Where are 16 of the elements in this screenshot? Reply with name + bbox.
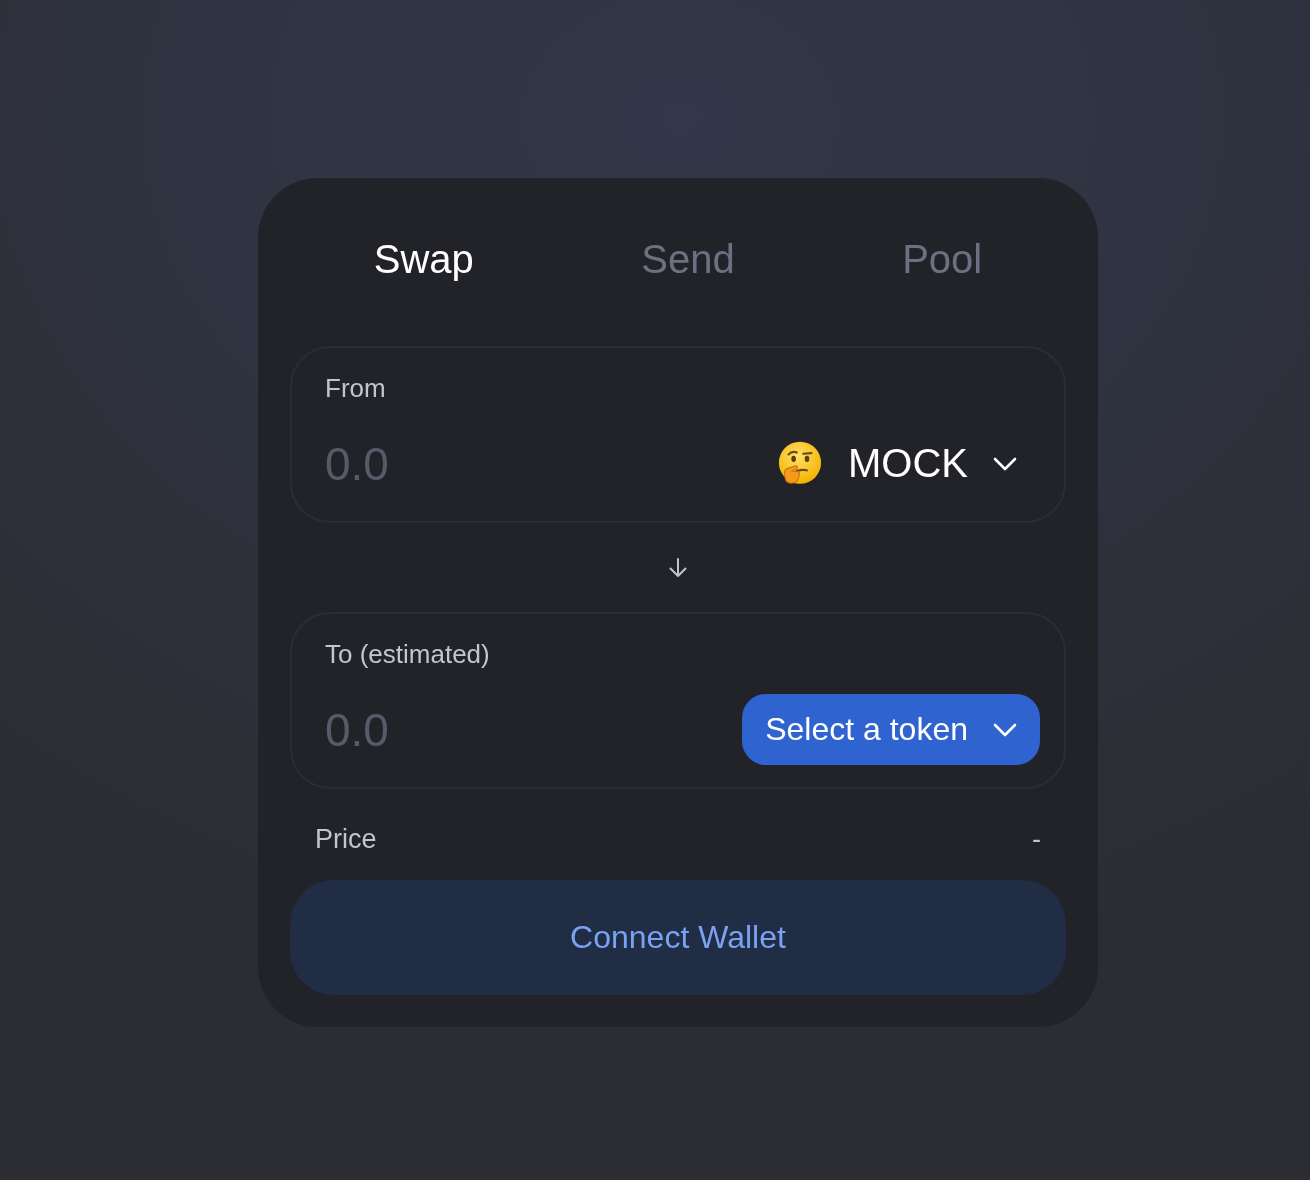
- chevron-down-icon: [993, 456, 1017, 471]
- chevron-down-icon: [993, 722, 1017, 737]
- panel-label: From: [325, 372, 386, 404]
- thinking-face-icon: [777, 440, 823, 487]
- price-value: -: [1032, 823, 1041, 856]
- price-label: Price: [315, 823, 377, 856]
- arrow-down-icon[interactable]: [666, 555, 690, 580]
- nav-tab[interactable]: Pool: [902, 235, 983, 283]
- select-token-button[interactable]: Select a token: [742, 694, 1040, 765]
- amount-input[interactable]: 0.0: [325, 433, 738, 494]
- panel-label: To (estimated): [325, 638, 490, 670]
- token-select-button[interactable]: MOCK: [754, 428, 1040, 499]
- amount-input[interactable]: 0.0: [325, 699, 727, 760]
- connect-wallet-button[interactable]: Connect Wallet: [290, 880, 1066, 995]
- nav-tab[interactable]: Send: [641, 235, 735, 283]
- nav-tab[interactable]: Swap: [373, 235, 474, 283]
